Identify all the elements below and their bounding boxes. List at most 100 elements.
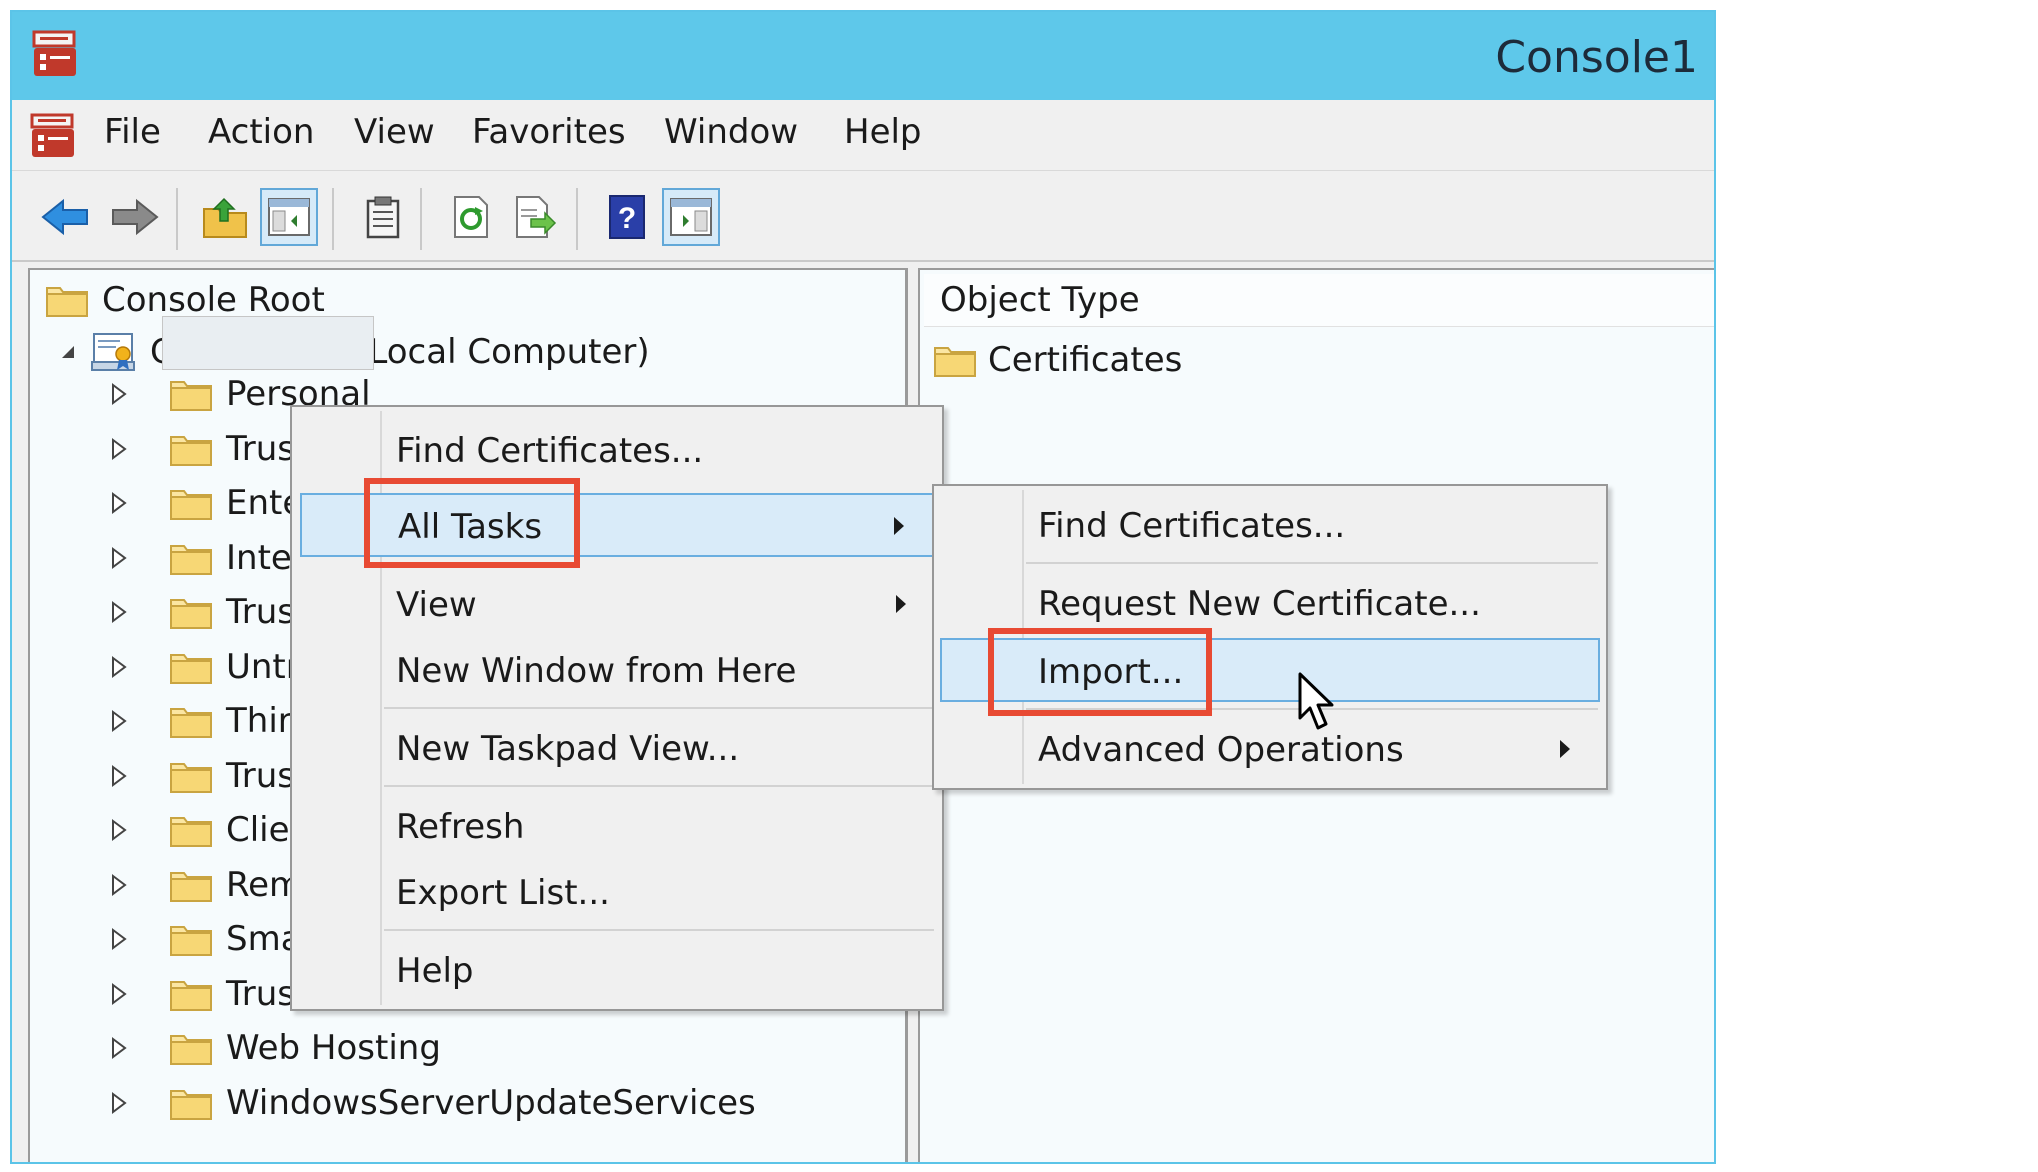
- folder-icon: [170, 650, 212, 684]
- tree-item-certificate-store[interactable]: Web Hosting: [170, 1022, 441, 1074]
- folder-icon: [170, 922, 212, 956]
- menu-file[interactable]: File: [104, 112, 161, 152]
- tree-item-certificate-store[interactable]: Trus: [170, 586, 295, 638]
- folder-icon: [170, 1031, 212, 1065]
- menu-item-label: Help: [396, 951, 474, 991]
- tree-item-label: Trus: [226, 973, 296, 1014]
- folder-icon: [170, 759, 212, 793]
- tree-item-certificate-store[interactable]: WindowsServerUpdateServices: [170, 1077, 756, 1129]
- menu-item-export-list[interactable]: Export List...: [292, 861, 942, 925]
- menu-favorites[interactable]: Favorites: [472, 112, 626, 152]
- tree-item-certificate-store[interactable]: Thirc: [170, 695, 310, 747]
- menu-item-label: New Taskpad View...: [396, 729, 740, 769]
- menu-item-label: Refresh: [396, 807, 525, 847]
- tree-item-certificate-store[interactable]: Untr: [170, 641, 300, 693]
- folder-icon: [170, 541, 212, 575]
- back-arrow-icon[interactable]: [36, 188, 94, 246]
- submenu-item-find-certificates[interactable]: Find Certificates...: [934, 494, 1606, 558]
- menu-item-label: Find Certificates...: [396, 431, 704, 471]
- export-list-icon[interactable]: [506, 188, 564, 246]
- collapsed-triangle-icon[interactable]: [110, 655, 130, 679]
- menu-separator: [384, 929, 934, 931]
- selected-item-highlight: [162, 316, 374, 370]
- tree-item-label: Trus: [226, 755, 296, 796]
- menu-view[interactable]: View: [354, 112, 435, 152]
- submenu-item-request-new-certificate[interactable]: Request New Certificate...: [934, 572, 1606, 636]
- result-row-certificates[interactable]: Certificates: [934, 334, 1182, 386]
- refresh-icon[interactable]: [442, 188, 500, 246]
- toolbar-separator: [332, 188, 334, 250]
- collapsed-triangle-icon[interactable]: [110, 764, 130, 788]
- folder-icon: [934, 343, 976, 377]
- menu-item-view[interactable]: View: [292, 573, 942, 637]
- collapsed-triangle-icon[interactable]: [110, 982, 130, 1006]
- collapsed-triangle-icon[interactable]: [110, 927, 130, 951]
- menu-help[interactable]: Help: [844, 112, 922, 152]
- menu-item-label: Advanced Operations: [1038, 730, 1404, 770]
- menu-bar: File Action View Favorites Window Help: [12, 100, 1714, 171]
- menu-separator: [384, 785, 934, 787]
- expanded-triangle-icon[interactable]: [58, 342, 78, 362]
- toolbar-separator: [420, 188, 422, 250]
- tree-item-certificate-store[interactable]: Ente: [170, 477, 303, 529]
- folder-icon: [170, 432, 212, 466]
- show-hide-action-pane-icon[interactable]: [662, 188, 720, 246]
- properties-clipboard-icon[interactable]: [354, 188, 412, 246]
- menu-item-label: Find Certificates...: [1038, 506, 1346, 546]
- svg-text:?: ?: [618, 202, 636, 235]
- tree-item-label: Web Hosting: [226, 1028, 441, 1068]
- menu-item-refresh[interactable]: Refresh: [292, 795, 942, 859]
- menu-action[interactable]: Action: [208, 112, 314, 152]
- menu-item-label: Request New Certificate...: [1038, 584, 1481, 624]
- tree-item-certificate-store[interactable]: Trus: [170, 423, 295, 475]
- column-header-object-type[interactable]: Object Type: [924, 274, 1714, 327]
- tree-item-certificate-store[interactable]: Rem: [170, 859, 302, 911]
- submenu-arrow-icon: [1560, 740, 1570, 758]
- tree-item-label: Console Root: [102, 280, 325, 320]
- toolbar: ?: [12, 172, 1714, 262]
- collapsed-triangle-icon[interactable]: [110, 709, 130, 733]
- submenu-item-advanced-operations[interactable]: Advanced Operations: [934, 718, 1606, 782]
- folder-icon: [170, 868, 212, 902]
- menu-item-find-certificates[interactable]: Find Certificates...: [292, 419, 942, 483]
- callout-all-tasks: [364, 478, 580, 568]
- folder-icon: [170, 595, 212, 629]
- folder-icon: [46, 283, 88, 317]
- menu-separator: [384, 707, 934, 709]
- result-row-label: Certificates: [988, 340, 1183, 380]
- menu-item-new-window-from-here[interactable]: New Window from Here: [292, 639, 942, 703]
- help-icon[interactable]: ?: [598, 188, 656, 246]
- tree-item-label: Trus: [226, 592, 296, 632]
- collapsed-triangle-icon[interactable]: [110, 491, 130, 515]
- collapsed-triangle-icon[interactable]: [110, 382, 130, 406]
- collapsed-triangle-icon[interactable]: [110, 437, 130, 461]
- folder-icon: [170, 977, 212, 1011]
- tree-item-certificate-store[interactable]: Inter: [170, 532, 306, 584]
- column-header-label: Object Type: [940, 280, 1140, 320]
- collapsed-triangle-icon[interactable]: [110, 1036, 130, 1060]
- title-bar[interactable]: Console1: [12, 12, 1714, 100]
- submenu-arrow-icon: [896, 595, 906, 613]
- folder-icon: [170, 486, 212, 520]
- show-hide-console-tree-icon[interactable]: [260, 188, 318, 246]
- menu-item-help[interactable]: Help: [292, 939, 942, 1003]
- tree-item-certificate-store[interactable]: Trus: [170, 750, 295, 802]
- collapsed-triangle-icon[interactable]: [110, 873, 130, 897]
- collapsed-triangle-icon[interactable]: [110, 600, 130, 624]
- menu-item-new-taskpad-view[interactable]: New Taskpad View...: [292, 717, 942, 781]
- collapsed-triangle-icon[interactable]: [110, 818, 130, 842]
- mmc-menu-icon[interactable]: [30, 113, 76, 163]
- collapsed-triangle-icon[interactable]: [110, 546, 130, 570]
- tree-item-certificate-store[interactable]: Sma: [170, 913, 302, 965]
- tree-item-certificate-store[interactable]: Trus: [170, 968, 295, 1020]
- forward-arrow-icon[interactable]: [106, 188, 164, 246]
- menu-window[interactable]: Window: [664, 112, 798, 152]
- folder-icon: [170, 377, 212, 411]
- submenu-arrow-icon: [894, 517, 904, 535]
- tree-item-label: Trus: [226, 428, 296, 469]
- collapsed-triangle-icon[interactable]: [110, 1091, 130, 1115]
- up-folder-icon[interactable]: [196, 188, 254, 246]
- menu-item-label: View: [396, 585, 477, 625]
- menu-separator: [1026, 562, 1598, 564]
- tree-item-certificate-store[interactable]: Clier: [170, 804, 304, 856]
